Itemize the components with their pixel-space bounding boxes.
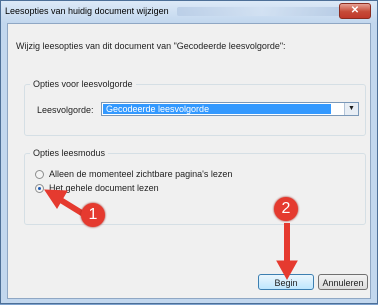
annotation-badge-1: 1 [81, 203, 105, 227]
annotation-arrows [44, 189, 298, 281]
dialog-window: Leesopties van huidig document wijzigen … [0, 0, 378, 304]
annotation-badge-2: 2 [274, 197, 298, 221]
annotation-arrow-2-head [276, 260, 298, 281]
